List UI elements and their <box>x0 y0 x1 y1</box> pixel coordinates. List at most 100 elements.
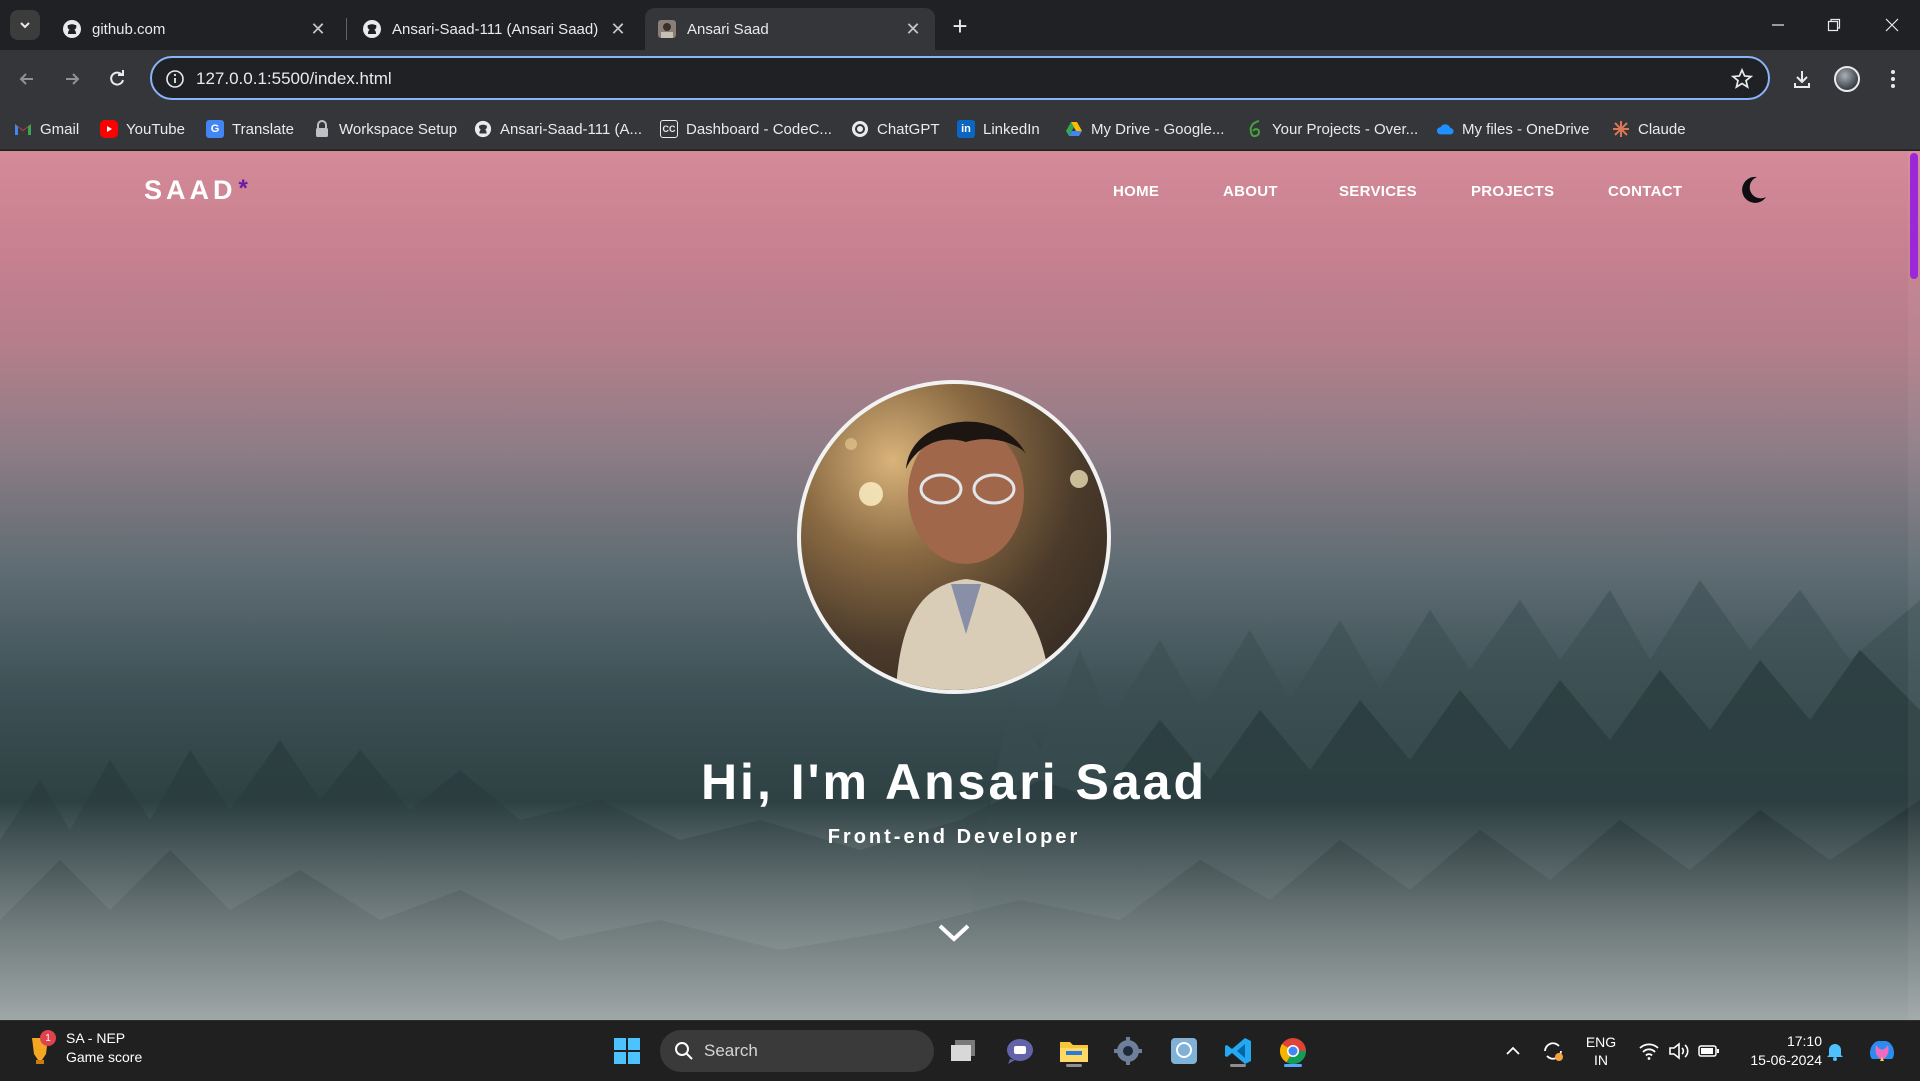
gmail-icon <box>14 120 32 138</box>
page-scrollbar[interactable] <box>1908 151 1920 1020</box>
search-icon <box>675 1042 693 1060</box>
site-logo[interactable]: SAAD* <box>144 175 252 206</box>
bookmark-workspace-setup[interactable]: Workspace Setup <box>313 117 457 141</box>
hero-title: Hi, I'm Ansari Saad <box>700 754 1208 810</box>
chevron-down-icon[interactable] <box>937 922 971 944</box>
chevron-up-icon <box>1506 1046 1520 1055</box>
battery-icon <box>1698 1045 1719 1057</box>
tab-github-home[interactable]: github.com ✕ <box>50 8 340 50</box>
bookmark-overleaf[interactable]: Your Projects - Over... <box>1246 117 1418 141</box>
sync-icon <box>1544 1042 1563 1061</box>
codechef-icon: CC <box>660 120 678 138</box>
back-button[interactable] <box>10 62 44 96</box>
search-placeholder: Search <box>704 1041 758 1060</box>
menu-button[interactable] <box>1876 62 1910 96</box>
bell-icon <box>1827 1044 1843 1061</box>
bookmark-label: ChatGPT <box>877 120 940 138</box>
wifi-button[interactable] <box>1634 1021 1664 1081</box>
address-bar[interactable]: 127.0.0.1:5500/index.html <box>150 56 1770 100</box>
volume-icon <box>1669 1042 1689 1060</box>
start-button[interactable] <box>607 1031 647 1071</box>
bookmark-youtube[interactable]: YouTube <box>100 117 185 141</box>
bookmark-label: Workspace Setup <box>339 120 458 138</box>
language-indicator[interactable]: ENG IN <box>1578 1021 1624 1081</box>
reload-icon <box>110 70 124 86</box>
settings-button[interactable] <box>1108 1031 1148 1071</box>
bookmark-codechef[interactable]: CC Dashboard - CodeC... <box>660 117 832 141</box>
chatgpt-icon <box>851 120 869 138</box>
tab-separator <box>346 18 347 40</box>
minimize-button[interactable] <box>1750 0 1806 50</box>
close-icon[interactable]: ✕ <box>903 19 923 39</box>
moon-icon[interactable] <box>1736 173 1770 207</box>
nav-services[interactable]: SERVICES <box>1339 183 1417 200</box>
url-text[interactable]: 127.0.0.1:5500/index.html <box>196 69 392 89</box>
close-window-button[interactable] <box>1864 0 1920 50</box>
github-icon <box>62 19 82 39</box>
bookmark-github[interactable]: Ansari-Saad-111 (A... <box>474 117 642 141</box>
tab-search-button[interactable] <box>10 10 40 40</box>
nav-projects[interactable]: PROJECTS <box>1471 183 1554 200</box>
volume-button[interactable] <box>1664 1021 1694 1081</box>
running-indicator <box>1230 1064 1246 1067</box>
hero-subtitle: Front-end Developer <box>827 826 1081 848</box>
reload-button[interactable] <box>100 62 134 96</box>
profile-button[interactable] <box>1830 62 1864 96</box>
vscode-button[interactable] <box>1218 1031 1258 1071</box>
widget-game-score[interactable]: 1 SA - NEP Game score <box>26 1029 142 1067</box>
arrow-right-icon <box>66 73 80 85</box>
teams-button[interactable] <box>1000 1031 1040 1071</box>
bookmark-chatgpt[interactable]: ChatGPT <box>851 117 940 141</box>
bookmark-onedrive[interactable]: My files - OneDrive <box>1436 117 1590 141</box>
close-icon[interactable]: ✕ <box>308 19 328 39</box>
sync-tray-button[interactable] <box>1538 1021 1568 1081</box>
file-explorer-button[interactable] <box>1054 1031 1094 1071</box>
nav-about[interactable]: ABOUT <box>1223 183 1278 200</box>
translate-icon: G <box>206 120 224 138</box>
forward-button[interactable] <box>55 62 89 96</box>
show-hidden-icons-button[interactable] <box>1500 1021 1526 1081</box>
bookmark-label: Ansari-Saad-111 (A... <box>500 120 643 138</box>
bookmark-linkedin[interactable]: in LinkedIn <box>957 117 1040 141</box>
nav-contact[interactable]: CONTACT <box>1608 183 1682 200</box>
lock-icon <box>313 120 331 138</box>
notifications-button[interactable] <box>1822 1021 1848 1081</box>
download-icon <box>1794 71 1810 88</box>
nav-home[interactable]: HOME <box>1113 183 1159 200</box>
info-icon[interactable] <box>164 68 186 90</box>
new-tab-button[interactable]: + <box>946 11 974 41</box>
language-region: IN <box>1594 1052 1608 1068</box>
tab-github-profile[interactable]: Ansari-Saad-111 (Ansari Saad) ✕ <box>350 8 640 50</box>
snipping-tool-button[interactable] <box>1164 1031 1204 1071</box>
task-view-button[interactable] <box>944 1031 984 1071</box>
github-icon <box>362 19 382 39</box>
trophy-icon: 1 <box>26 1030 56 1066</box>
teams-chat-icon <box>1007 1039 1033 1064</box>
clock[interactable]: 17:10 15-06-2024 <box>1734 1021 1822 1081</box>
bookmark-star-icon[interactable] <box>1730 67 1754 91</box>
bookmark-translate[interactable]: G Translate <box>206 117 294 141</box>
page-viewport: SAAD* HOME ABOUT SERVICES PROJECTS CONTA… <box>0 151 1920 1020</box>
taskbar-search[interactable]: Search <box>660 1030 934 1072</box>
tab-title: Ansari-Saad-111 (Ansari Saad) <box>392 20 599 38</box>
bookmarks-bar: Gmail YouTube G Translate Workspace Setu… <box>0 108 1920 150</box>
downloads-button[interactable] <box>1785 62 1819 96</box>
bookmark-google-drive[interactable]: My Drive - Google... <box>1065 117 1224 141</box>
copilot-button[interactable] <box>1862 1021 1902 1081</box>
profile-photo <box>797 380 1111 694</box>
restore-button[interactable] <box>1806 0 1862 50</box>
battery-button[interactable] <box>1694 1021 1724 1081</box>
windows-taskbar: 1 SA - NEP Game score Search ENG IN 17:1… <box>0 1020 1920 1080</box>
bookmark-label: Translate <box>232 120 294 138</box>
bookmark-gmail[interactable]: Gmail <box>14 117 79 141</box>
overleaf-icon <box>1246 120 1264 138</box>
tab-portfolio[interactable]: Ansari Saad ✕ <box>645 8 935 50</box>
close-icon[interactable]: ✕ <box>608 19 628 39</box>
chrome-button[interactable] <box>1273 1031 1313 1071</box>
tab-title: github.com <box>92 20 166 38</box>
scrollbar-thumb[interactable] <box>1910 153 1918 279</box>
task-view-icon <box>951 1040 975 1061</box>
bookmark-claude[interactable]: Claude <box>1612 117 1686 141</box>
folder-icon <box>1060 1042 1088 1062</box>
chrome-icon <box>1279 1038 1307 1065</box>
